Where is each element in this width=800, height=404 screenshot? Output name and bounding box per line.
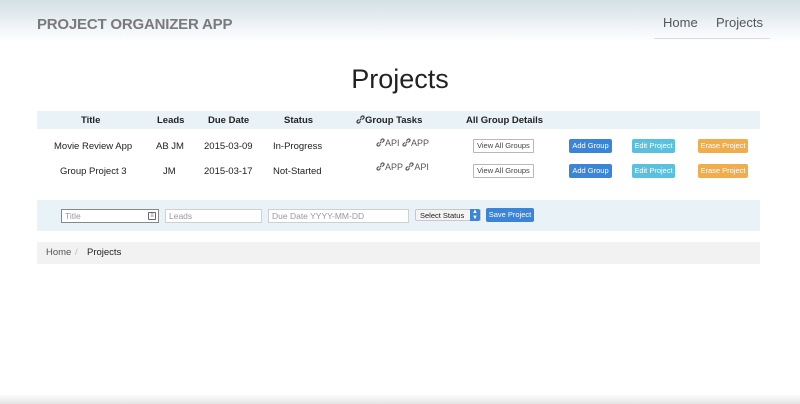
select-arrows-icon: ▲ ▼ [470,209,480,221]
row2-title: Group Project 3 [60,166,127,177]
link-icon [402,138,411,147]
save-project-button[interactable]: Save Project [486,208,534,222]
row2-erase-project-button[interactable]: Erase Project [698,164,748,178]
row2-edit-project-button[interactable]: Edit Project [632,164,675,178]
link-icon [356,115,365,124]
row1-erase-project-button[interactable]: Erase Project [698,139,748,153]
title-input[interactable]: Title ≡ [61,209,159,223]
row1-leads: AB JM [156,141,184,152]
contact-card-icon[interactable]: ≡ [148,212,156,220]
breadcrumb-projects: Projects [87,247,122,258]
breadcrumb-separator: / [75,247,78,258]
header-leads: Leads [157,115,185,126]
title-placeholder: Title [65,211,81,221]
row1-title: Movie Review App [54,141,133,152]
due-date-input[interactable]: Due Date YYYY-MM-DD [268,209,409,223]
header-group-tasks-label: Group Tasks [365,115,423,126]
status-select-value: Select Status [420,211,465,220]
row1-tasks: API APP [376,138,429,148]
breadcrumb-home[interactable]: Home [46,247,71,258]
row1-edit-project-button[interactable]: Edit Project [632,139,675,153]
row2-add-group-button[interactable]: Add Group [569,164,612,178]
row1-task-label: API [385,138,400,148]
row1-view-all-groups-button[interactable]: View All Groups [473,139,534,153]
header-all-group-details: All Group Details [466,115,544,126]
row1-task-link[interactable]: APP [402,138,429,148]
nav-projects[interactable]: Projects [716,15,763,30]
row2-task-link[interactable]: APP [376,162,403,172]
leads-placeholder: Leads [169,211,193,221]
row1-due-date: 2015-03-09 [204,141,253,152]
window-bottom-shadow [0,394,800,404]
row2-task-label: APP [385,162,403,172]
row1-status: In-Progress [273,141,323,152]
row2-view-all-groups-button[interactable]: View All Groups [473,164,534,178]
row2-task-link[interactable]: API [405,162,429,172]
header-due-date: Due Date [208,115,250,126]
row2-tasks: APP API [376,162,429,172]
row1-task-link[interactable]: API [376,138,400,148]
header-status: Status [284,115,314,126]
link-icon [376,162,385,171]
status-select[interactable]: Select Status ▲ ▼ [415,209,481,221]
breadcrumb [37,242,760,264]
leads-input[interactable]: Leads [165,209,262,223]
nav-divider [654,38,770,39]
brand-logo[interactable]: PROJECT ORGANIZER APP [37,16,232,33]
row2-due-date: 2015-03-17 [204,166,253,177]
row2-leads: JM [163,166,176,177]
page-title: Projects [351,64,449,94]
header-group-tasks: Group Tasks [356,115,422,126]
row2-status: Not-Started [273,166,322,177]
row1-task-label: APP [411,138,430,148]
due-date-placeholder: Due Date YYYY-MM-DD [272,211,365,221]
row1-add-group-button[interactable]: Add Group [569,139,612,153]
link-icon [376,138,385,147]
nav-home[interactable]: Home [663,15,698,30]
row2-task-label: API [414,162,429,172]
header-title: Title [81,115,101,126]
navbar: PROJECT ORGANIZER APP Home Projects [0,0,800,42]
